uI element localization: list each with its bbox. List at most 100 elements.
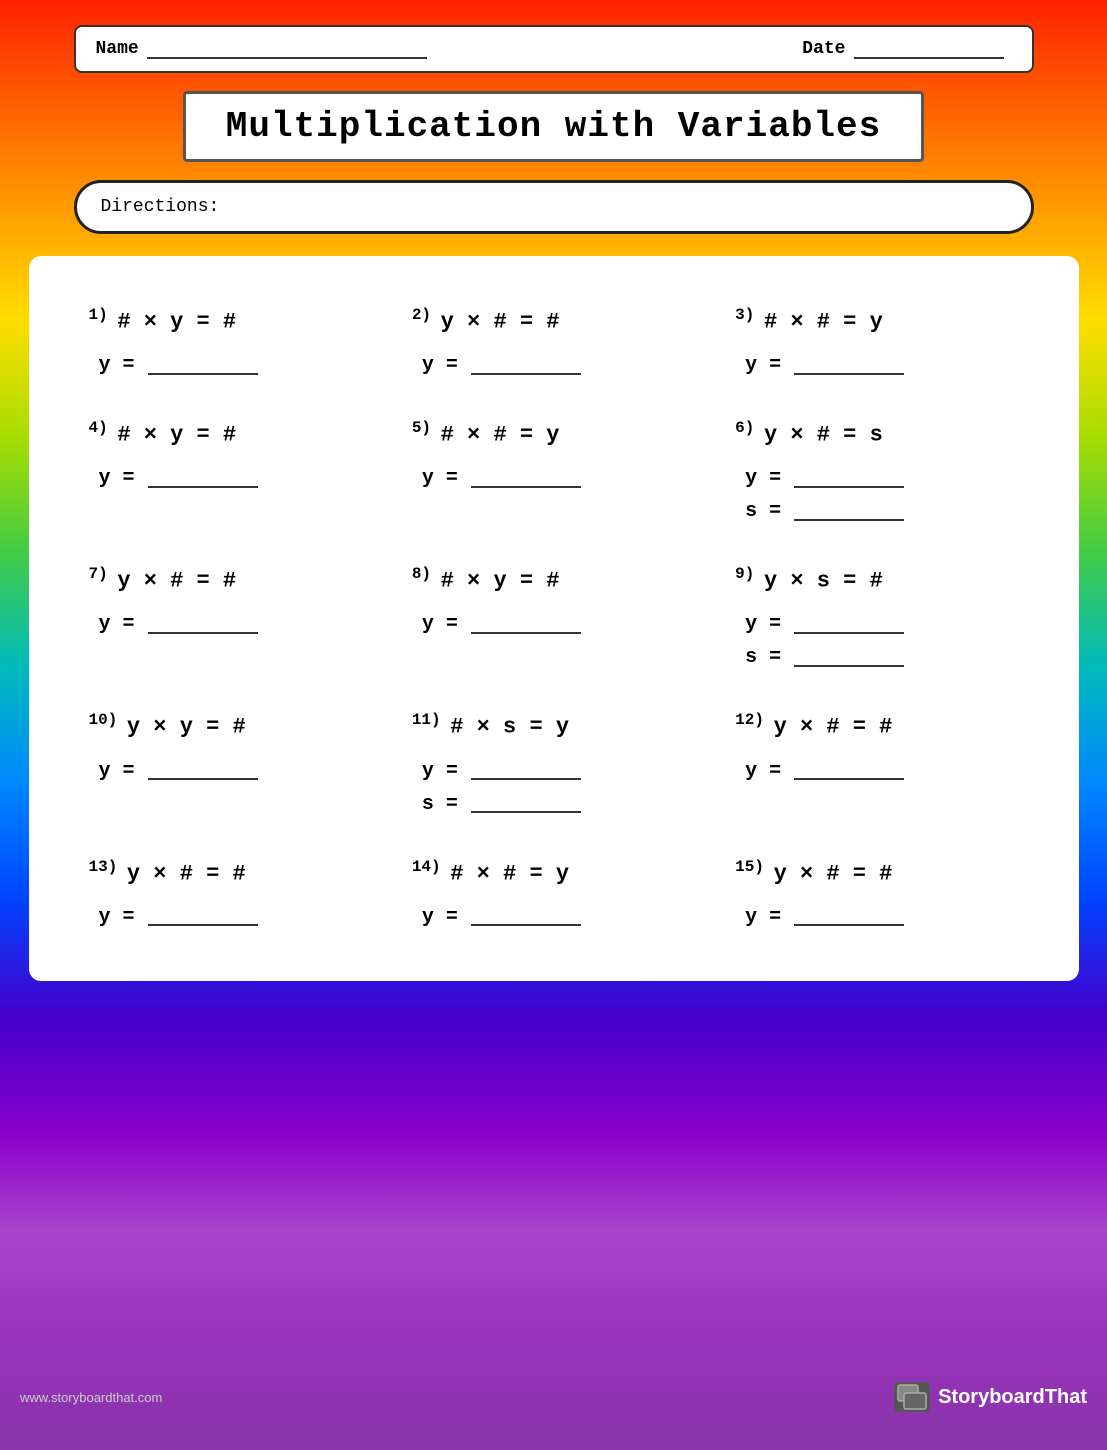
problem-cell-3: 3) # × # = yy = — [715, 286, 1038, 399]
problem-cell-2: 2) y × # = # y = — [392, 286, 715, 399]
answer-underline-11-1[interactable] — [471, 795, 581, 813]
answer-group-9: y = s = — [735, 613, 1018, 669]
answer-row-7-0: y = — [99, 613, 372, 636]
answer-underline-9-1[interactable] — [794, 649, 904, 667]
problem-number-14: 14) — [412, 858, 450, 876]
answer-underline-4-0[interactable] — [148, 470, 258, 488]
brand-name: StoryboardThat — [938, 1386, 1087, 1409]
answer-group-5: y = — [412, 467, 695, 490]
answer-group-10: y = — [89, 760, 372, 783]
answer-group-4: y = — [89, 467, 372, 490]
answer-group-11: y = s = — [412, 760, 695, 816]
problem-equation-10: 10) y × y = # — [89, 709, 372, 743]
answer-group-6: y = s = — [735, 467, 1018, 523]
answer-underline-9-0[interactable] — [794, 616, 904, 634]
answer-row-8-0: y = — [422, 613, 695, 636]
name-underline[interactable] — [147, 39, 427, 59]
answer-row-2-0: y = — [422, 354, 695, 377]
answer-underline-7-0[interactable] — [148, 616, 258, 634]
date-label: Date — [802, 39, 845, 59]
answer-row-15-0: y = — [745, 906, 1018, 929]
problem-number-2: 2) — [412, 306, 441, 324]
answer-underline-2-0[interactable] — [471, 357, 581, 375]
answer-row-9-1: s = — [745, 646, 1018, 669]
problem-cell-11: 11) # × s = y y = s = — [392, 691, 715, 837]
problem-number-7: 7) — [89, 565, 118, 583]
problem-cell-8: 8) # × y = # y = — [392, 545, 715, 691]
directions-box: Directions: — [74, 180, 1034, 234]
problem-number-12: 12) — [735, 711, 773, 729]
var-label-12-0: y = — [745, 760, 790, 783]
answer-underline-6-0[interactable] — [794, 470, 904, 488]
problem-cell-14: 14) # × # = y y = — [392, 838, 715, 951]
problem-equation-5: 5) # × # = y — [412, 417, 695, 451]
answer-group-13: y = — [89, 906, 372, 929]
answer-underline-5-0[interactable] — [471, 470, 581, 488]
answer-row-11-0: y = — [422, 760, 695, 783]
var-label-15-0: y = — [745, 906, 790, 929]
problem-cell-1: 1) # × y = # y = — [69, 286, 392, 399]
problem-equation-6: 6) y × # = s — [735, 417, 1018, 451]
problem-cell-7: 7) y × # = #y = — [69, 545, 392, 691]
date-field: Date — [802, 39, 1011, 59]
problem-equation-12: 12) y × # = # — [735, 709, 1018, 743]
answer-underline-6-1[interactable] — [794, 503, 904, 521]
answer-row-1-0: y = — [99, 354, 372, 377]
problem-number-15: 15) — [735, 858, 773, 876]
var-label-6-1: s = — [745, 500, 790, 523]
title-box: Multiplication with Variables — [183, 91, 925, 162]
problem-equation-2: 2) y × # = # — [412, 304, 695, 338]
answer-underline-15-0[interactable] — [794, 908, 904, 926]
problem-number-9: 9) — [735, 565, 764, 583]
answer-underline-8-0[interactable] — [471, 616, 581, 634]
name-field: Name — [96, 39, 435, 59]
problem-equation-14: 14) # × # = y — [412, 856, 695, 890]
problem-cell-4: 4) # × y = #y = — [69, 399, 392, 545]
answer-row-14-0: y = — [422, 906, 695, 929]
answer-row-13-0: y = — [99, 906, 372, 929]
problem-equation-11: 11) # × s = y — [412, 709, 695, 743]
storyboard-icon — [894, 1382, 930, 1412]
problem-number-3: 3) — [735, 306, 764, 324]
var-label-4-0: y = — [99, 467, 144, 490]
problem-cell-15: 15) y × # = #y = — [715, 838, 1038, 951]
answer-underline-14-0[interactable] — [471, 908, 581, 926]
problem-cell-5: 5) # × # = y y = — [392, 399, 715, 545]
answer-underline-10-0[interactable] — [148, 762, 258, 780]
name-label: Name — [96, 39, 139, 59]
footer-website: www.storyboardthat.com — [20, 1390, 162, 1405]
var-label-11-0: y = — [422, 760, 467, 783]
answer-underline-11-0[interactable] — [471, 762, 581, 780]
footer: www.storyboardthat.com StoryboardThat — [0, 1374, 1107, 1420]
var-label-5-0: y = — [422, 467, 467, 490]
problem-cell-13: 13) y × # = # y = — [69, 838, 392, 951]
page-wrapper: Name Date Multiplication with Variables … — [0, 0, 1107, 1450]
answer-row-3-0: y = — [745, 354, 1018, 377]
var-label-11-1: s = — [422, 793, 467, 816]
problem-equation-9: 9) y × s = # — [735, 563, 1018, 597]
var-label-14-0: y = — [422, 906, 467, 929]
answer-underline-12-0[interactable] — [794, 762, 904, 780]
problem-number-4: 4) — [89, 419, 118, 437]
answer-underline-3-0[interactable] — [794, 357, 904, 375]
problem-number-11: 11) — [412, 711, 450, 729]
answer-row-6-0: y = — [745, 467, 1018, 490]
problems-grid: 1) # × y = #y =2) y × # = #y =3) # × # =… — [69, 286, 1039, 951]
problem-cell-10: 10) y × y = # y = — [69, 691, 392, 837]
answer-row-6-1: s = — [745, 500, 1018, 523]
problem-number-8: 8) — [412, 565, 441, 583]
answer-group-8: y = — [412, 613, 695, 636]
answer-underline-13-0[interactable] — [148, 908, 258, 926]
content-area: 1) # × y = #y =2) y × # = #y =3) # × # =… — [29, 256, 1079, 981]
problem-number-1: 1) — [89, 306, 118, 324]
answer-underline-1-0[interactable] — [148, 357, 258, 375]
answer-group-7: y = — [89, 613, 372, 636]
problem-equation-8: 8) # × y = # — [412, 563, 695, 597]
date-underline[interactable] — [854, 39, 1004, 59]
problem-equation-13: 13) y × # = # — [89, 856, 372, 890]
var-label-3-0: y = — [745, 354, 790, 377]
var-label-13-0: y = — [99, 906, 144, 929]
var-label-9-0: y = — [745, 613, 790, 636]
problem-equation-1: 1) # × y = # — [89, 304, 372, 338]
problem-number-10: 10) — [89, 711, 127, 729]
